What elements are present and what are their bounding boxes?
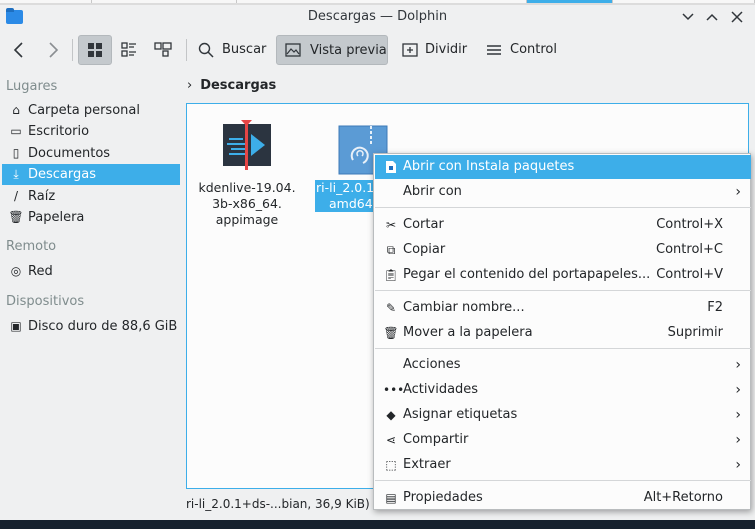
sidebar-item-downloads[interactable]: ⤓ Descargas bbox=[2, 164, 180, 185]
file-name-line: kdenlive-19.04. bbox=[198, 180, 296, 195]
menu-item-open-with[interactable]: Abrir con › bbox=[375, 180, 751, 204]
devices-header: Dispositivos bbox=[6, 294, 85, 309]
icons-view-icon bbox=[88, 43, 102, 57]
trash-icon: 🗑︎ bbox=[383, 326, 399, 340]
menu-separator bbox=[375, 480, 751, 481]
menu-item-actions[interactable]: Acciones › bbox=[375, 353, 751, 377]
minimize-icon[interactable] bbox=[677, 7, 699, 27]
back-arrow-icon bbox=[13, 42, 23, 58]
icons-view-button[interactable] bbox=[78, 35, 112, 65]
sidebar-item-harddisk[interactable]: ▣ Disco duro de 88,6 GiB bbox=[2, 316, 180, 337]
close-icon[interactable] bbox=[726, 7, 748, 27]
sidebar-item-desktop[interactable]: ▭ Escritorio bbox=[2, 121, 180, 142]
search-icon bbox=[198, 42, 214, 58]
menu-item-activities[interactable]: ••• Actividades › bbox=[375, 378, 751, 402]
menu-item-open-installer[interactable]: Abrir con Instala paquetes bbox=[375, 155, 751, 179]
status-bar-text: ri-li_2.0.1+ds-...bian, 36,9 KiB) bbox=[186, 497, 370, 511]
chevron-right-icon: › bbox=[735, 407, 741, 423]
menu-item-assign-tags[interactable]: ◆ Asignar etiquetas › bbox=[375, 403, 751, 427]
menu-item-paste[interactable]: 📋︎ Pegar el contenido del portapapeles..… bbox=[375, 263, 751, 287]
toolbar: Buscar Vista previa Dividir Control bbox=[0, 29, 755, 71]
toolbar-separator bbox=[72, 39, 73, 61]
chevron-right-icon: › bbox=[735, 184, 741, 200]
forward-arrow-icon bbox=[49, 42, 59, 58]
sidebar-item-home[interactable]: ⌂ Carpeta personal bbox=[2, 100, 180, 121]
menu-item-copy[interactable]: ⧉ Copiar Control+C bbox=[375, 238, 751, 262]
maximize-icon[interactable] bbox=[701, 7, 723, 27]
split-button[interactable]: Dividir bbox=[396, 35, 476, 65]
extract-icon: ⬚ bbox=[385, 458, 397, 472]
window-title: Descargas — Dolphin bbox=[307, 9, 448, 24]
sidebar-item-documents[interactable]: ▯ Documentos bbox=[2, 143, 180, 164]
home-icon: ⌂ bbox=[12, 103, 20, 117]
toolbar-separator bbox=[186, 39, 187, 61]
properties-icon: ▤ bbox=[385, 491, 397, 505]
menu-item-move-to-trash[interactable]: 🗑︎ Mover a la papelera Suprimir bbox=[375, 321, 751, 345]
menu-item-share[interactable]: ⋖ Compartir › bbox=[375, 428, 751, 452]
chevron-right-icon: › bbox=[735, 457, 741, 473]
menu-item-extract[interactable]: ⬚ Extraer › bbox=[375, 453, 751, 477]
control-menu-button[interactable]: Control bbox=[480, 35, 560, 65]
sidebar-item-network[interactable]: ◎ Red bbox=[2, 261, 180, 282]
share-icon: ⋖ bbox=[385, 433, 397, 447]
documents-icon: ▯ bbox=[12, 146, 20, 160]
chevron-right-icon: › bbox=[735, 382, 741, 398]
details-view-icon bbox=[154, 42, 172, 57]
harddisk-icon: ▣ bbox=[10, 319, 22, 333]
trash-icon: 🗑︎ bbox=[8, 210, 24, 224]
breadcrumb[interactable]: › Descargas bbox=[187, 76, 276, 96]
rename-icon: ✎ bbox=[385, 301, 397, 315]
chevron-right-icon: › bbox=[735, 432, 741, 448]
breadcrumb-current: Descargas bbox=[200, 78, 277, 93]
menu-separator bbox=[375, 207, 751, 208]
chevron-right-icon: › bbox=[735, 357, 741, 373]
menu-item-rename[interactable]: ✎ Cambiar nombre... F2 bbox=[375, 296, 751, 320]
copy-icon: ⧉ bbox=[386, 243, 396, 257]
compact-view-icon bbox=[121, 42, 136, 57]
remote-header: Remoto bbox=[6, 239, 57, 254]
file-name-line: 3b-x86_64. bbox=[212, 196, 282, 211]
menu-item-properties[interactable]: ▤ Propiedades Alt+Retorno bbox=[375, 486, 751, 510]
tag-icon: ◆ bbox=[386, 408, 396, 422]
preview-button[interactable]: Vista previa bbox=[276, 35, 388, 65]
compact-view-button[interactable] bbox=[114, 35, 144, 65]
downloads-icon: ⤓ bbox=[13, 167, 19, 181]
details-view-button[interactable] bbox=[148, 35, 178, 65]
places-header: Lugares bbox=[6, 79, 58, 94]
activities-icon: ••• bbox=[383, 383, 405, 397]
menu-item-cut[interactable]: ✂ Cortar Control+X bbox=[375, 213, 751, 237]
split-view-icon bbox=[402, 43, 418, 57]
package-installer-icon bbox=[383, 155, 399, 182]
context-menu: Abrir con Instala paquetes Abrir con › ✂… bbox=[373, 153, 751, 510]
sidebar-item-root[interactable]: / Raíz bbox=[2, 186, 180, 207]
file-item[interactable]: kdenlive-19.04. 3b-x86_64. appimage bbox=[189, 118, 305, 228]
paste-icon: 📋︎ bbox=[383, 268, 399, 282]
forward-button[interactable] bbox=[40, 35, 66, 65]
network-icon: ◎ bbox=[10, 264, 22, 278]
file-name-line: appimage bbox=[215, 212, 279, 227]
root-icon: / bbox=[13, 189, 19, 203]
places-panel: Lugares ⌂ Carpeta personal ▭ Escritorio … bbox=[0, 71, 180, 520]
menu-separator bbox=[375, 348, 751, 349]
kdenlive-icon bbox=[223, 120, 271, 170]
hamburger-menu-icon bbox=[487, 45, 501, 55]
chevron-right-icon: › bbox=[187, 78, 193, 93]
cut-icon: ✂ bbox=[385, 218, 397, 232]
taskbar bbox=[0, 520, 755, 529]
title-bar: Descargas — Dolphin bbox=[0, 5, 755, 29]
image-preview-icon bbox=[285, 43, 301, 57]
back-button[interactable] bbox=[6, 35, 32, 65]
sidebar-item-trash[interactable]: 🗑︎ Papelera bbox=[2, 207, 180, 228]
menu-separator bbox=[375, 290, 751, 291]
desktop-icon: ▭ bbox=[10, 124, 22, 138]
search-button[interactable]: Buscar bbox=[192, 35, 270, 65]
